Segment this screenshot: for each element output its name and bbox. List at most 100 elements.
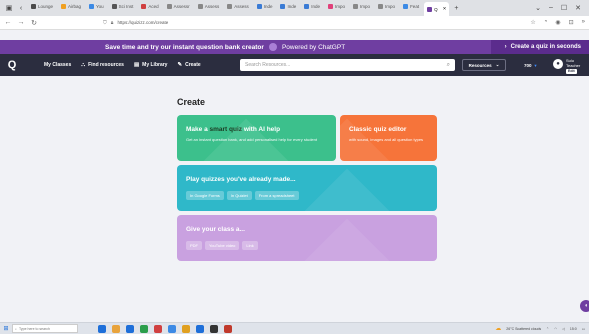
tab-label: Inde	[287, 3, 297, 9]
taskbar-app-icon[interactable]	[154, 324, 162, 333]
taskbar-app-icon[interactable]	[112, 324, 120, 333]
browser-tab[interactable]: Assess	[195, 0, 223, 12]
tab-label: Assessr	[173, 3, 190, 9]
ai-quiz-title: Make a smart quiz with AI help	[186, 126, 280, 133]
tab-label: Feat	[410, 3, 420, 9]
credits-counter[interactable]: 700 ▼	[524, 59, 537, 71]
taskbar-app-icon[interactable]	[168, 324, 176, 333]
tray-chevron-icon[interactable]: ⌃	[546, 327, 549, 331]
network-icon[interactable]: ◠	[554, 327, 557, 331]
tab-favicon-icon	[256, 3, 262, 9]
user-role-badge: Edit	[566, 69, 577, 74]
promo-message: Save time and try our instant question b…	[105, 40, 345, 54]
volume-icon[interactable]: ◁	[562, 327, 565, 331]
tab-scroll-left-icon[interactable]: ‹	[16, 3, 26, 13]
browser-tab[interactable]: Airbag	[58, 0, 84, 12]
taskbar-app-icon[interactable]	[224, 324, 232, 333]
maximize-icon[interactable]: ☐	[561, 4, 567, 12]
browser-tab[interactable]: Impo	[375, 0, 398, 12]
browser-tab[interactable]: Sci Inst	[109, 0, 137, 12]
back-icon[interactable]: ←	[4, 19, 12, 26]
tab-favicon-icon	[353, 3, 359, 9]
taskbar-search[interactable]: ⌕ Type here to search	[12, 324, 78, 333]
forward-icon[interactable]: →	[17, 19, 25, 26]
chat-support-button[interactable]: ◖	[580, 300, 589, 312]
minimize-icon[interactable]: –	[549, 4, 553, 12]
tab-search-icon[interactable]: ⌄	[535, 4, 541, 12]
extensions-icon[interactable]: ⊡	[569, 19, 574, 26]
user-info[interactable]: Sulu Teacher Edit	[566, 58, 589, 74]
windows-start-icon[interactable]: ⊞	[0, 325, 12, 332]
taskbar-search-placeholder: Type here to search	[18, 326, 50, 331]
tab-actions-icon[interactable]: ▣	[4, 3, 14, 13]
address-bar: ← → ↻ ⛉ 🔒︎ https://quizizz.com/create ☆ …	[0, 16, 589, 30]
nav-find-resources-label: Find resources	[88, 62, 124, 68]
taskbar-app-icon[interactable]	[126, 324, 134, 333]
browser-tab[interactable]: Impo	[350, 0, 373, 12]
browser-tab[interactable]: Assessr	[164, 0, 193, 12]
browser-tab[interactable]: Assess	[224, 0, 252, 12]
tab-label: Inde	[311, 3, 321, 9]
taskbar-app-icon[interactable]	[182, 324, 190, 333]
tab-label: Assess	[204, 3, 220, 9]
tab-favicon-icon	[227, 3, 233, 9]
browser-tab-active[interactable]: Q ✕	[424, 2, 450, 16]
classic-editor-card[interactable]: Classic quiz editor with sound, images a…	[340, 115, 437, 161]
ai-quiz-card[interactable]: Make a smart quiz with AI help Get an in…	[177, 115, 336, 161]
url-field[interactable]: ⛉ 🔒︎ https://quizizz.com/create	[43, 18, 525, 28]
notifications-icon[interactable]: ▭	[582, 327, 585, 331]
quizizz-logo[interactable]: Q	[7, 58, 17, 72]
browser-tab[interactable]: Inde	[301, 0, 323, 12]
new-tab-icon[interactable]: +	[451, 3, 461, 13]
tab-close-icon[interactable]: ✕	[443, 6, 447, 12]
cta-label: Create a quiz in seconds	[510, 44, 581, 50]
browser-tab[interactable]: Inde	[254, 0, 276, 12]
avatar[interactable]: ●	[553, 59, 563, 69]
taskbar-app-icon[interactable]	[140, 324, 148, 333]
caret-down-icon: ▼	[533, 62, 538, 68]
account-icon[interactable]: ◉	[555, 19, 560, 26]
nav-my-classes[interactable]: My Classes	[44, 62, 71, 68]
taskbar-app-icon[interactable]	[98, 324, 106, 333]
overflow-icon[interactable]: »	[582, 19, 585, 26]
give-class-card: Give your class a... PDF YouTube video L…	[177, 215, 437, 261]
import-spreadsheet-button[interactable]: From a spreadsheet	[254, 191, 299, 200]
pdf-button[interactable]: PDF	[186, 241, 202, 250]
browser-tab[interactable]: Aced	[138, 0, 161, 12]
resources-dropdown[interactable]: Resources ⌄	[462, 59, 506, 71]
os-taskbar: ⊞ ⌕ Type here to search ☁ 26°C Scattered…	[0, 322, 589, 334]
taskbar-app-icon[interactable]	[210, 324, 218, 333]
nav-create[interactable]: ✎ Create	[177, 62, 200, 68]
weather-icon: ☁	[495, 326, 502, 332]
nav-find-resources[interactable]: ⛬ Find resources	[81, 62, 124, 69]
tab-favicon-icon	[378, 3, 384, 9]
youtube-video-button[interactable]: YouTube video	[205, 241, 240, 250]
browser-tab[interactable]: Lounge	[28, 0, 56, 12]
nav-my-library[interactable]: ▤ My Library	[134, 62, 168, 68]
tab-label: Aced	[148, 3, 159, 9]
import-quizlet-button[interactable]: In Quizlet	[226, 191, 252, 200]
bookmark-icon[interactable]: ☆	[530, 19, 535, 26]
find-icon: ⛬	[81, 61, 86, 68]
tab-favicon-icon	[89, 3, 95, 9]
close-window-icon[interactable]: ✕	[575, 4, 581, 12]
browser-tab[interactable]: Impo	[325, 0, 348, 12]
create-quiz-cta-button[interactable]: › Create a quiz in seconds	[490, 40, 589, 54]
import-google-forms-button[interactable]: In Google Forms	[186, 191, 224, 200]
browser-tab[interactable]: You	[86, 0, 107, 12]
clock[interactable]: 15:0	[570, 327, 577, 331]
tab-favicon-icon	[141, 3, 147, 9]
tab-label: Airbag	[68, 3, 82, 9]
browser-tab[interactable]: Inde	[277, 0, 299, 12]
system-tray: ☁ 26°C Scattered clouds ⌃ ◠ ◁ 15:0 ▭	[495, 325, 589, 332]
credits-value: 700	[524, 62, 532, 68]
browser-tab[interactable]: Feat	[400, 0, 422, 12]
import-options: In Google Forms In Quizlet From a spread…	[186, 191, 299, 200]
reload-icon[interactable]: ↻	[30, 19, 38, 27]
link-button[interactable]: Link	[242, 241, 258, 250]
pocket-icon[interactable]: ◔	[544, 19, 548, 26]
taskbar-app-icon[interactable]	[196, 324, 204, 333]
resource-search: ⌕	[240, 59, 455, 71]
search-input[interactable]	[245, 62, 447, 68]
search-icon[interactable]: ⌕	[447, 62, 450, 69]
